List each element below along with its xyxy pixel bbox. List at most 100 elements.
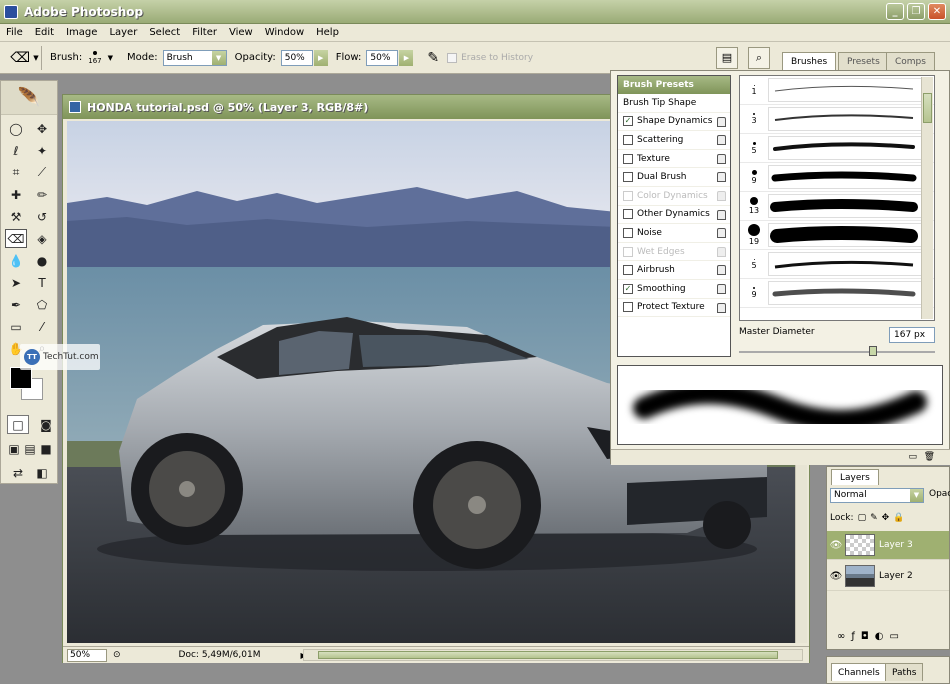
eyedropper-tool-icon[interactable]: ⁄ (31, 317, 53, 336)
blend-mode-select[interactable]: Normal ▼ (830, 488, 924, 503)
checkbox-airbrush[interactable] (623, 265, 633, 276)
new-group-icon[interactable]: ▭ (890, 631, 899, 642)
horizontal-scroll-thumb[interactable] (318, 651, 778, 659)
path-select-tool-icon[interactable]: ➤ (5, 273, 27, 292)
option-wet-edges[interactable]: Wet Edges (618, 243, 730, 262)
stroke-list-scroll-thumb[interactable] (923, 93, 932, 123)
flow-slider-button[interactable]: ▶ (399, 49, 414, 66)
checkbox-texture[interactable] (623, 153, 633, 164)
chevron-down-icon[interactable]: ▼ (108, 54, 113, 62)
clone-stamp-tool-icon[interactable]: ⚒ (5, 207, 27, 226)
menu-window[interactable]: Window (259, 27, 310, 38)
marquee-tool-icon[interactable]: ◯ (5, 119, 27, 138)
brush-preset-row[interactable]: 19 (740, 221, 934, 250)
master-diameter-slider-thumb[interactable] (869, 346, 877, 356)
lock-icon[interactable] (717, 283, 726, 294)
lock-icon[interactable] (717, 116, 726, 127)
master-diameter-slider[interactable] (739, 346, 935, 356)
slice-tool-icon[interactable]: ⟋ (31, 163, 53, 182)
tab-comps[interactable]: Comps (886, 52, 935, 70)
brush-preset-row[interactable]: 5 (740, 134, 934, 163)
full-screen-menu-icon[interactable]: ▤ (23, 439, 37, 458)
brush-preset-row[interactable]: 13 (740, 192, 934, 221)
paint-bucket-tool-icon[interactable]: ◈ (31, 229, 53, 248)
zoom-menu-icon[interactable]: ⊙ (113, 650, 121, 660)
option-airbrush[interactable]: Airbrush (618, 261, 730, 280)
checkbox-wet-edges[interactable] (623, 246, 633, 257)
lock-icon[interactable] (717, 153, 726, 164)
menu-edit[interactable]: Edit (29, 27, 60, 38)
imageready-icon[interactable]: ⇄ (7, 463, 29, 482)
tab-brushes[interactable]: Brushes (782, 52, 837, 70)
link-icon[interactable]: ∞ (837, 631, 845, 642)
dodge-tool-icon[interactable]: ● (31, 251, 53, 270)
menu-view[interactable]: View (223, 27, 259, 38)
flow-input[interactable]: 50% (366, 49, 399, 66)
lock-icon[interactable] (717, 135, 726, 146)
brush-preset-row[interactable]: 9 (740, 279, 934, 308)
file-browser-icon[interactable]: ⌕ (748, 47, 770, 69)
lock-icon[interactable] (717, 246, 726, 257)
layer-row-layer-2[interactable]: 👁 Layer 2 (827, 562, 949, 591)
option-smoothing[interactable]: ✓ Smoothing (618, 280, 730, 299)
lock-icon[interactable] (717, 209, 726, 220)
erase-history-checkbox[interactable] (447, 52, 458, 63)
brush-preset-row[interactable]: 5 (740, 250, 934, 279)
lock-icon[interactable] (717, 302, 726, 313)
tab-layers[interactable]: Layers (831, 469, 879, 485)
notes-tool-icon[interactable]: ▭ (5, 317, 27, 336)
menu-help[interactable]: Help (310, 27, 345, 38)
master-diameter-input[interactable]: 167 px (889, 327, 935, 343)
eraser-tool-icon[interactable]: ⌫ (5, 229, 27, 248)
menu-select[interactable]: Select (143, 27, 186, 38)
lock-icon[interactable] (717, 228, 726, 239)
healing-brush-tool-icon[interactable]: ✚ (5, 185, 27, 204)
brush-tip-shape[interactable]: Brush Tip Shape (618, 94, 730, 113)
foreground-color-swatch[interactable] (10, 367, 32, 389)
menu-file[interactable]: File (0, 27, 29, 38)
menu-image[interactable]: Image (60, 27, 103, 38)
checkbox-scattering[interactable] (623, 134, 633, 145)
checkbox-other-dynamics[interactable] (623, 209, 633, 220)
opacity-slider-button[interactable]: ▶ (313, 49, 328, 66)
checkbox-smoothing[interactable]: ✓ (623, 283, 633, 294)
tool-preset-picker[interactable]: ⌫ ▼ (8, 45, 42, 70)
lasso-tool-icon[interactable]: ℓ (5, 141, 27, 160)
tab-paths[interactable]: Paths (885, 663, 924, 681)
tab-channels[interactable]: Channels (831, 663, 887, 681)
quick-mask-icon[interactable]: ◙ (35, 415, 57, 434)
lock-position-icon[interactable]: ✥ (882, 513, 890, 523)
lock-icon[interactable] (717, 265, 726, 276)
pen-tool-icon[interactable]: ✒ (5, 295, 27, 314)
brush-preset-row[interactable]: 1 (740, 76, 934, 105)
option-texture[interactable]: Texture (618, 150, 730, 169)
checkbox-shape-dynamics[interactable]: ✓ (623, 116, 633, 127)
option-noise[interactable]: Noise (618, 224, 730, 243)
eye-icon[interactable]: 👁 (827, 540, 845, 551)
brush-tool-icon[interactable]: ✏ (31, 185, 53, 204)
checkbox-protect-texture[interactable] (623, 302, 633, 313)
option-dual-brush[interactable]: Dual Brush (618, 168, 730, 187)
zoom-input[interactable]: 50% (67, 648, 107, 662)
layer-style-icon[interactable]: ƒ (851, 631, 855, 642)
standard-screen-icon[interactable]: ▣ (7, 439, 21, 458)
blur-tool-icon[interactable]: 💧 (5, 251, 27, 270)
tab-presets[interactable]: Presets (838, 52, 889, 70)
airbrush-icon[interactable]: ✎ (427, 50, 439, 66)
menu-layer[interactable]: Layer (103, 27, 143, 38)
trash-icon[interactable]: 🗑 (924, 452, 935, 462)
mode-select[interactable]: Brush ▼ (162, 49, 227, 66)
horizontal-scrollbar[interactable] (303, 649, 803, 661)
option-shape-dynamics[interactable]: ✓ Shape Dynamics (618, 113, 730, 132)
checkbox-dual-brush[interactable] (623, 172, 633, 183)
shape-tool-icon[interactable]: ⬠ (31, 295, 53, 314)
lock-all-icon[interactable]: 🔒 (893, 513, 904, 523)
jump-icon[interactable]: ◧ (31, 463, 53, 482)
opacity-input[interactable]: 50% (280, 49, 313, 66)
close-button[interactable]: ✕ (928, 3, 946, 20)
brush-preset-row[interactable]: 3 (740, 105, 934, 134)
menu-filter[interactable]: Filter (186, 27, 223, 38)
full-screen-icon[interactable]: ■ (39, 439, 53, 458)
move-tool-icon[interactable]: ✥ (31, 119, 53, 138)
lock-icon[interactable] (717, 190, 726, 201)
